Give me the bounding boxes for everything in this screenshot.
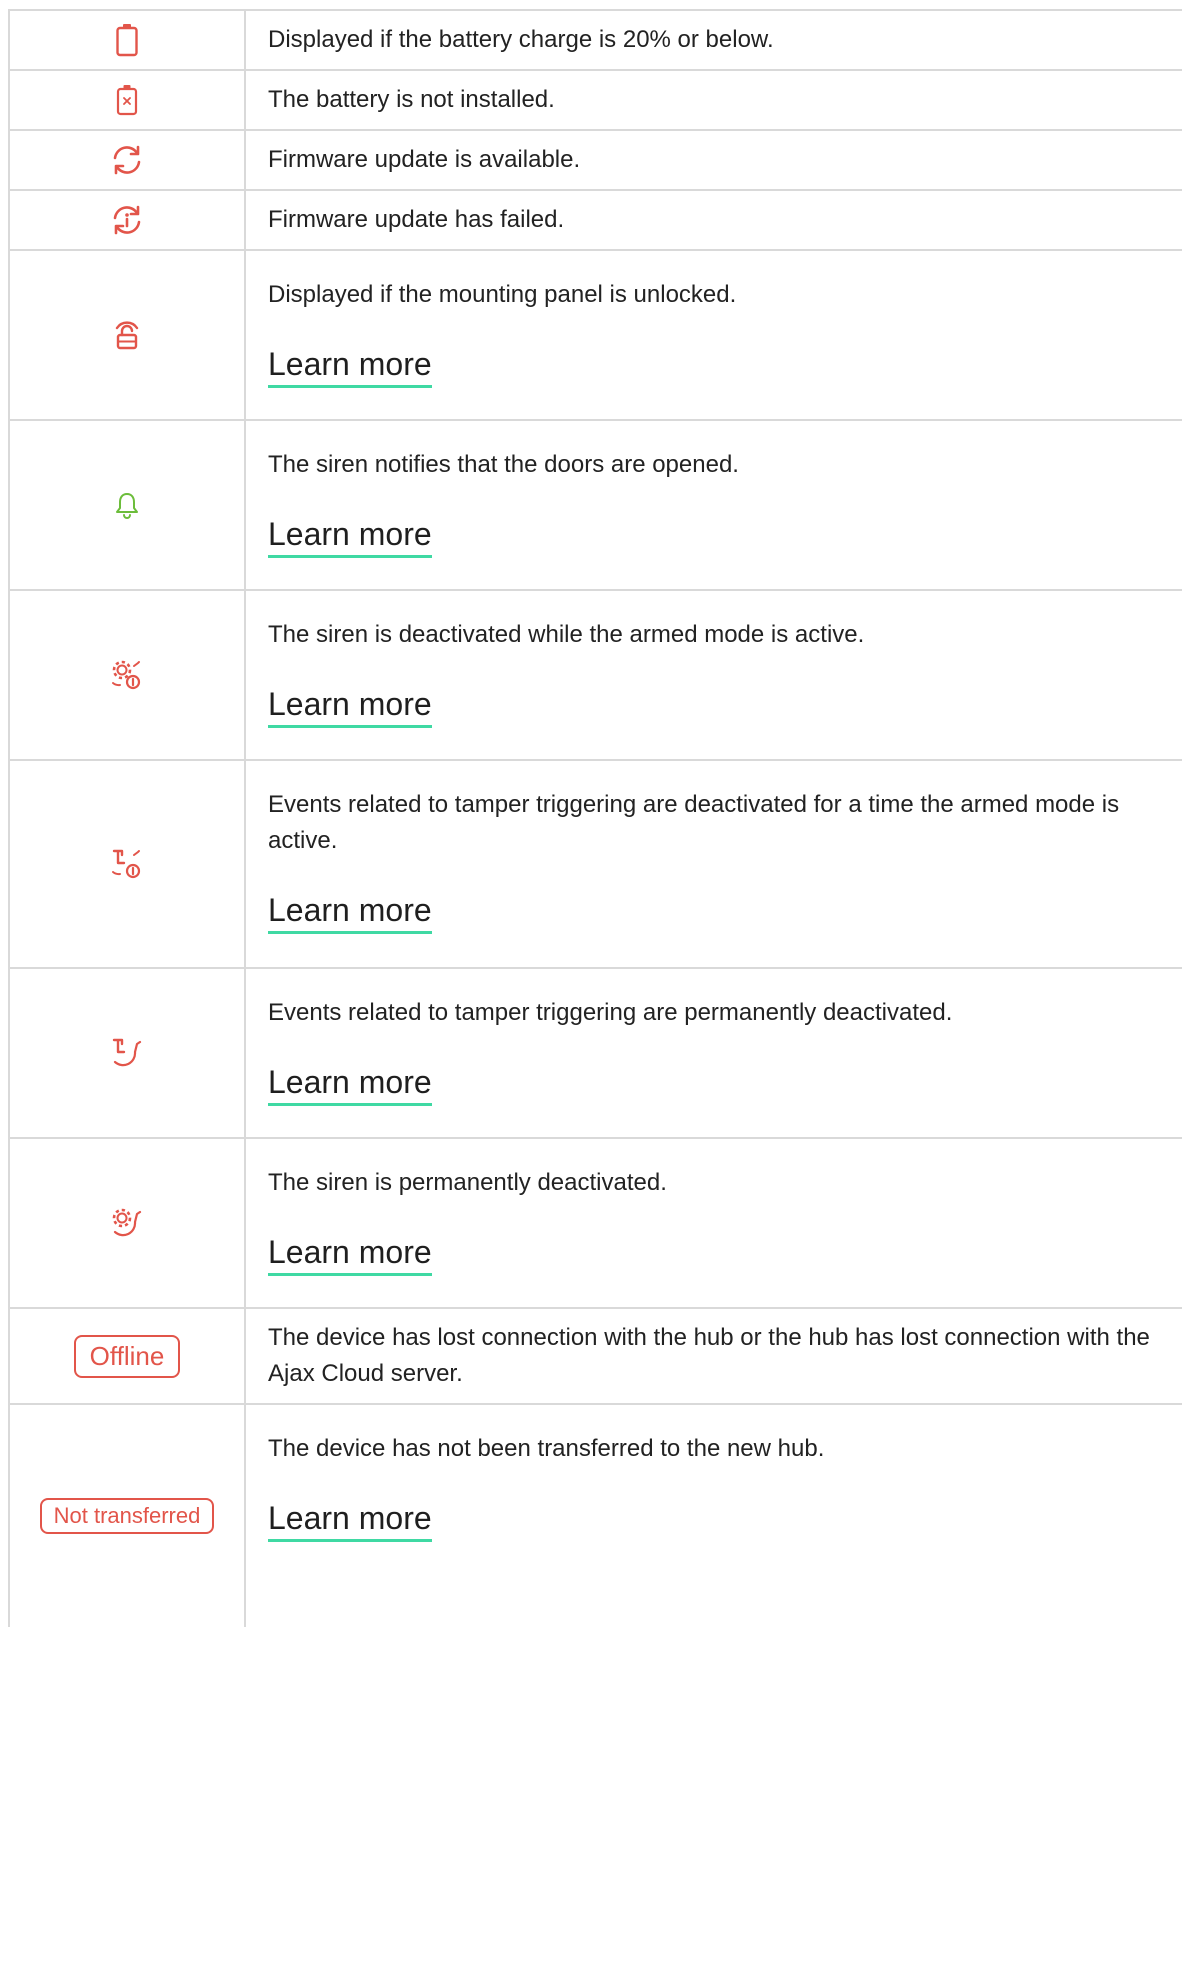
description-cell: The device has lost connection with the … xyxy=(246,1309,1182,1403)
table-row: The battery is not installed. xyxy=(8,71,1182,131)
table-row: Firmware update is available. xyxy=(8,131,1182,191)
not-transferred-badge: Not transferred xyxy=(39,1498,215,1534)
learn-more-link[interactable]: Learn more xyxy=(268,1499,432,1542)
learn-more-link[interactable]: Learn more xyxy=(268,891,432,934)
row-description: Displayed if the mounting panel is unloc… xyxy=(268,281,737,308)
description-cell: Firmware update has failed. xyxy=(246,191,1182,249)
table-row: Firmware update has failed. xyxy=(8,191,1182,251)
learn-more-link[interactable]: Learn more xyxy=(268,345,432,388)
learn-more-link[interactable]: Learn more xyxy=(268,515,432,558)
firmware-update-available-icon xyxy=(113,145,141,175)
icon-cell xyxy=(8,1139,246,1307)
firmware-update-failed-icon xyxy=(113,205,141,235)
row-description: The siren notifies that the doors are op… xyxy=(268,451,739,478)
row-description: Displayed if the battery charge is 20% o… xyxy=(268,26,774,53)
mounting-panel-unlocked-icon xyxy=(115,321,139,350)
row-description: The siren is permanently deactivated. xyxy=(268,1169,667,1196)
row-description: Firmware update is available. xyxy=(268,146,581,173)
table-row: Displayed if the battery charge is 20% o… xyxy=(8,11,1182,71)
table-row: The siren notifies that the doors are op… xyxy=(8,421,1182,591)
row-description: The device has lost connection with the … xyxy=(268,1324,1150,1387)
siren-deactivated-armed-icon xyxy=(112,660,141,690)
icon-cell: Offline xyxy=(8,1309,246,1403)
row-description: The siren is deactivated while the armed… xyxy=(268,621,865,648)
description-cell: The siren is deactivated while the armed… xyxy=(246,591,1182,759)
icon-cell xyxy=(8,421,246,589)
description-cell: The device has not been transferred to t… xyxy=(246,1405,1182,1627)
tamper-permanently-deactivated-icon xyxy=(112,1038,142,1067)
battery-not-installed-icon xyxy=(116,85,138,116)
icon-cell xyxy=(8,191,246,249)
icon-cell xyxy=(8,251,246,419)
learn-more-link[interactable]: Learn more xyxy=(268,1063,432,1106)
row-description: Events related to tamper triggering are … xyxy=(268,791,1120,854)
row-description: The battery is not installed. xyxy=(268,86,555,113)
siren-permanently-deactivated-icon xyxy=(112,1208,142,1237)
icon-cell: Not transferred xyxy=(8,1405,246,1627)
icon-cell xyxy=(8,969,246,1137)
door-chime-bell-icon xyxy=(116,493,138,519)
description-cell: Displayed if the mounting panel is unloc… xyxy=(246,251,1182,419)
table-row: Events related to tamper triggering are … xyxy=(8,969,1182,1139)
table-row: The siren is permanently deactivated. Le… xyxy=(8,1139,1182,1309)
icon-cell xyxy=(8,591,246,759)
battery-low-icon xyxy=(116,24,138,57)
table-row: Offline The device has lost connection w… xyxy=(8,1309,1182,1405)
tamper-deactivated-armed-icon xyxy=(112,849,141,879)
table-row: Displayed if the mounting panel is unloc… xyxy=(8,251,1182,421)
description-cell: Events related to tamper triggering are … xyxy=(246,969,1182,1137)
offline-badge: Offline xyxy=(73,1334,181,1378)
description-cell: Displayed if the battery charge is 20% o… xyxy=(246,11,1182,69)
table-row: Events related to tamper triggering are … xyxy=(8,761,1182,969)
icon-cell xyxy=(8,131,246,189)
icon-cell xyxy=(8,11,246,69)
row-description: The device has not been transferred to t… xyxy=(268,1435,825,1462)
learn-more-link[interactable]: Learn more xyxy=(268,1233,432,1276)
learn-more-link[interactable]: Learn more xyxy=(268,685,432,728)
row-description: Events related to tamper triggering are … xyxy=(268,999,953,1026)
description-cell: The siren notifies that the doors are op… xyxy=(246,421,1182,589)
description-cell: The battery is not installed. xyxy=(246,71,1182,129)
table-row: The siren is deactivated while the armed… xyxy=(8,591,1182,761)
icon-cell xyxy=(8,71,246,129)
description-cell: The siren is permanently deactivated. Le… xyxy=(246,1139,1182,1307)
icon-legend-table: Displayed if the battery charge is 20% o… xyxy=(8,9,1182,1627)
description-cell: Firmware update is available. xyxy=(246,131,1182,189)
description-cell: Events related to tamper triggering are … xyxy=(246,761,1182,967)
table-row: Not transferred The device has not been … xyxy=(8,1405,1182,1627)
icon-cell xyxy=(8,761,246,967)
row-description: Firmware update has failed. xyxy=(268,206,565,233)
